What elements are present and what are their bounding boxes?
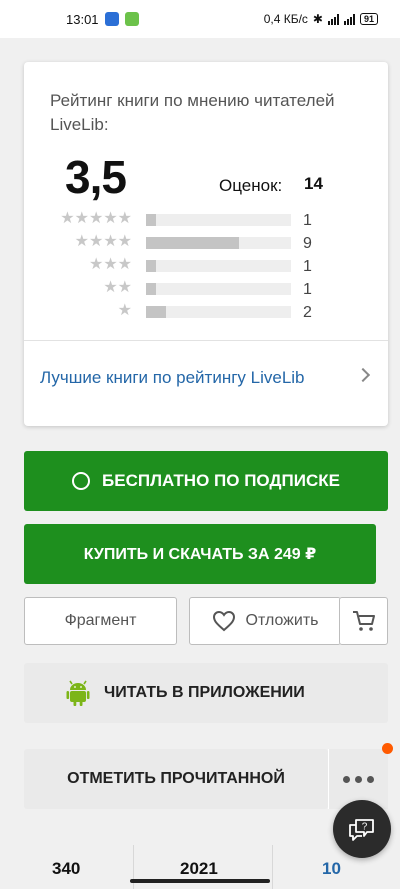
subscription-button[interactable]: БЕСПЛАТНО ПО ПОДПИСКЕ: [24, 451, 388, 511]
rating-title: Рейтинг книги по мнению читателей LiveLi…: [50, 91, 335, 134]
stat-age: 10: [322, 859, 341, 878]
signal-icon: [327, 13, 339, 25]
stars-icon: ★★★: [88, 256, 132, 273]
rating-row-value: 9: [303, 235, 312, 252]
read-in-app-button[interactable]: ЧИТАТЬ В ПРИЛОЖЕНИИ: [24, 663, 388, 723]
notification-dot: [382, 743, 393, 754]
heart-icon: [212, 610, 235, 632]
rating-row-value: 1: [303, 258, 312, 275]
buy-label: КУПИТЬ И СКАЧАТЬ ЗА 249 ₽: [83, 546, 317, 563]
read-in-app-label: ЧИТАТЬ В ПРИЛОЖЕНИИ: [104, 684, 305, 701]
chevron-right-icon[interactable]: [355, 367, 371, 383]
divider: [24, 340, 388, 341]
svg-text:?: ?: [362, 822, 368, 833]
rating-row-3: ★★★ 1: [24, 256, 388, 276]
rating-card: Рейтинг книги по мнению читателей LiveLi…: [24, 62, 388, 426]
ratings-count-label: Оценок:: [219, 176, 283, 195]
ratings-count: 14: [304, 174, 323, 193]
buy-button[interactable]: КУПИТЬ И СКАЧАТЬ ЗА 249 ₽: [24, 524, 376, 584]
mark-read-label: ОТМЕТИТЬ ПРОЧИТАННОЙ: [67, 770, 285, 787]
subscription-label: БЕСПЛАТНО ПО ПОДПИСКЕ: [102, 471, 340, 490]
rating-row-value: 1: [303, 212, 312, 229]
notification-app-icon-2: [124, 12, 139, 26]
stars-icon: ★★★★: [74, 233, 132, 250]
rating-bar: [146, 306, 167, 318]
mark-read-button[interactable]: ОТМЕТИТЬ ПРОЧИТАННОЙ: [24, 749, 328, 809]
rating-row-2: ★★ 1: [24, 279, 388, 299]
home-indicator[interactable]: [130, 879, 270, 883]
battery-icon: 91: [359, 13, 378, 25]
fragment-label: Фрагмент: [64, 612, 137, 629]
rating-row-1: ★ 2: [24, 302, 388, 322]
rating-score: 3,5: [65, 151, 127, 203]
cart-button[interactable]: [339, 597, 388, 645]
save-for-later-button[interactable]: Отложить: [189, 597, 341, 645]
status-bar: 13:01 0,4 КБ/с ✱ 91: [0, 0, 400, 38]
rating-bar: [146, 283, 157, 295]
status-time: 13:01: [66, 11, 99, 27]
rating-row-value: 1: [303, 281, 312, 298]
later-label: Отложить: [245, 612, 319, 629]
stars-icon: ★★★★★: [60, 210, 132, 227]
rating-bar: [146, 237, 239, 249]
dot-icon: [355, 775, 362, 783]
cart-icon: [352, 611, 375, 631]
rating-row-4: ★★★★ 9: [24, 233, 388, 253]
dot-icon: [343, 775, 350, 783]
subscription-icon: [72, 472, 91, 490]
rating-row-5: ★★★★★ 1: [24, 210, 388, 230]
rating-bar: [146, 260, 157, 272]
rating-bar: [146, 214, 157, 226]
stars-icon: ★: [117, 302, 132, 319]
signal-icon-2: [343, 13, 355, 25]
android-icon: [66, 680, 90, 706]
notification-app-icon: [104, 12, 119, 26]
bluetooth-icon: ✱: [312, 12, 323, 26]
dot-icon: [367, 775, 374, 783]
stat-pages: 340: [52, 859, 81, 878]
divider: [272, 845, 273, 889]
chat-icon: ?: [349, 819, 374, 841]
stars-icon: ★★: [103, 279, 132, 296]
stat-year: 2021: [180, 859, 218, 878]
network-speed: 0,4 КБ/с: [263, 12, 308, 26]
support-chat-button[interactable]: ?: [333, 800, 391, 858]
rating-row-value: 2: [303, 304, 312, 321]
best-books-link[interactable]: Лучшие книги по рейтингу LiveLib: [40, 368, 305, 388]
fragment-button[interactable]: Фрагмент: [24, 597, 177, 645]
